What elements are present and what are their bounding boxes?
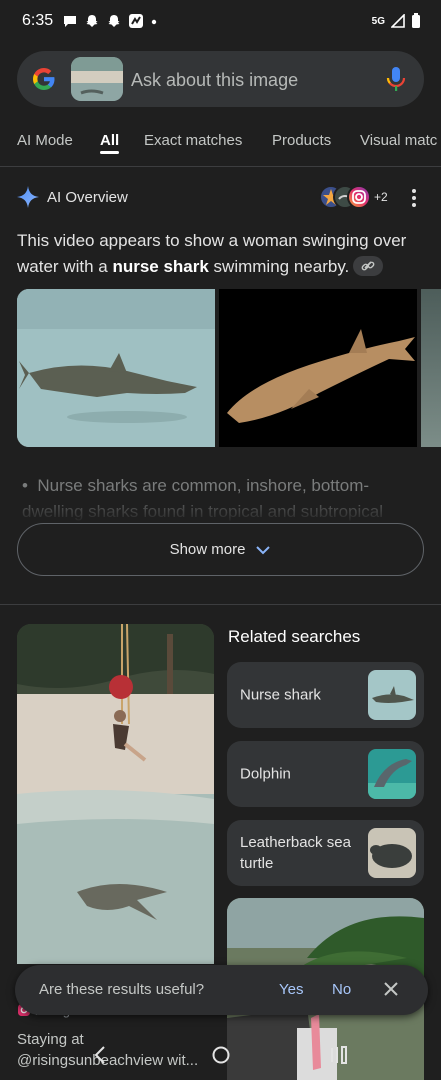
google-logo-icon[interactable] (31, 66, 57, 92)
active-tab-indicator (100, 151, 119, 154)
tab-products[interactable]: Products (272, 132, 331, 149)
show-more-button[interactable]: Show more (17, 523, 424, 576)
related-searches-title: Related searches (228, 627, 361, 646)
summary-highlight: nurse shark (112, 257, 209, 276)
chevron-down-icon (256, 545, 271, 554)
network-type: 5G (371, 15, 385, 27)
snapchat-icon (86, 15, 98, 27)
feedback-question: Are these results useful? (39, 981, 205, 998)
close-icon[interactable] (381, 979, 401, 999)
citation-link-chip[interactable] (353, 256, 384, 276)
feedback-toast: Are these results useful? Yes No (15, 965, 428, 1015)
link-icon (361, 261, 375, 271)
nurse-shark-thumbnail (368, 670, 416, 720)
ai-overview-title: AI Overview (47, 189, 128, 206)
source-avatars[interactable] (319, 185, 375, 209)
search-bar[interactable] (17, 51, 424, 107)
source-count[interactable]: +2 (374, 190, 388, 204)
home-icon[interactable] (210, 1044, 232, 1066)
ai-overview-summary: This video appears to show a woman swing… (17, 231, 407, 276)
dolphin-thumbnail (368, 749, 416, 799)
battery-icon (412, 13, 420, 28)
recents-icon[interactable] (328, 1044, 350, 1066)
sparkle-icon (17, 186, 39, 208)
related-search-leatherback-sea-turtle[interactable]: Leatherback sea turtle (227, 820, 424, 886)
query-image-thumbnail[interactable] (71, 57, 123, 101)
status-time: 6:35 (22, 12, 54, 29)
feedback-yes-button[interactable]: Yes (279, 981, 303, 998)
ai-overview-header: AI Overview +2 (17, 184, 424, 212)
search-tabs: AI Mode All Exact matches Products Visua… (0, 122, 441, 162)
more-options-icon[interactable] (407, 186, 421, 210)
shark-image-seafloor[interactable] (17, 289, 215, 447)
tab-exact-matches[interactable]: Exact matches (144, 132, 242, 149)
tab-visual-matches[interactable]: Visual matc (360, 132, 437, 149)
related-search-nurse-shark[interactable]: Nurse shark (227, 662, 424, 728)
mic-icon[interactable] (385, 66, 407, 92)
signal-icon (391, 14, 405, 28)
divider (0, 604, 441, 605)
chat-bubble-icon (64, 16, 76, 27)
system-nav-bar (0, 1030, 441, 1080)
sea-turtle-thumbnail (368, 828, 416, 878)
show-more-label: Show more (169, 541, 246, 558)
partial-image[interactable] (421, 289, 441, 447)
tab-ai-mode[interactable]: AI Mode (17, 132, 73, 149)
dot-icon (151, 19, 157, 25)
divider (0, 166, 441, 167)
shark-image-black-background[interactable] (219, 289, 417, 447)
result-image-swing[interactable] (17, 624, 214, 964)
tab-all[interactable]: All (100, 132, 119, 149)
back-icon[interactable] (90, 1044, 112, 1066)
snapchat-icon (108, 15, 120, 27)
instagram-source-icon[interactable] (347, 185, 371, 209)
related-search-dolphin[interactable]: Dolphin (227, 741, 424, 807)
overview-image-strip (17, 289, 441, 447)
search-input[interactable] (131, 68, 371, 92)
feedback-no-button[interactable]: No (332, 981, 351, 998)
app-notification-icon (129, 14, 143, 28)
status-bar: 6:35 5G (0, 0, 441, 44)
